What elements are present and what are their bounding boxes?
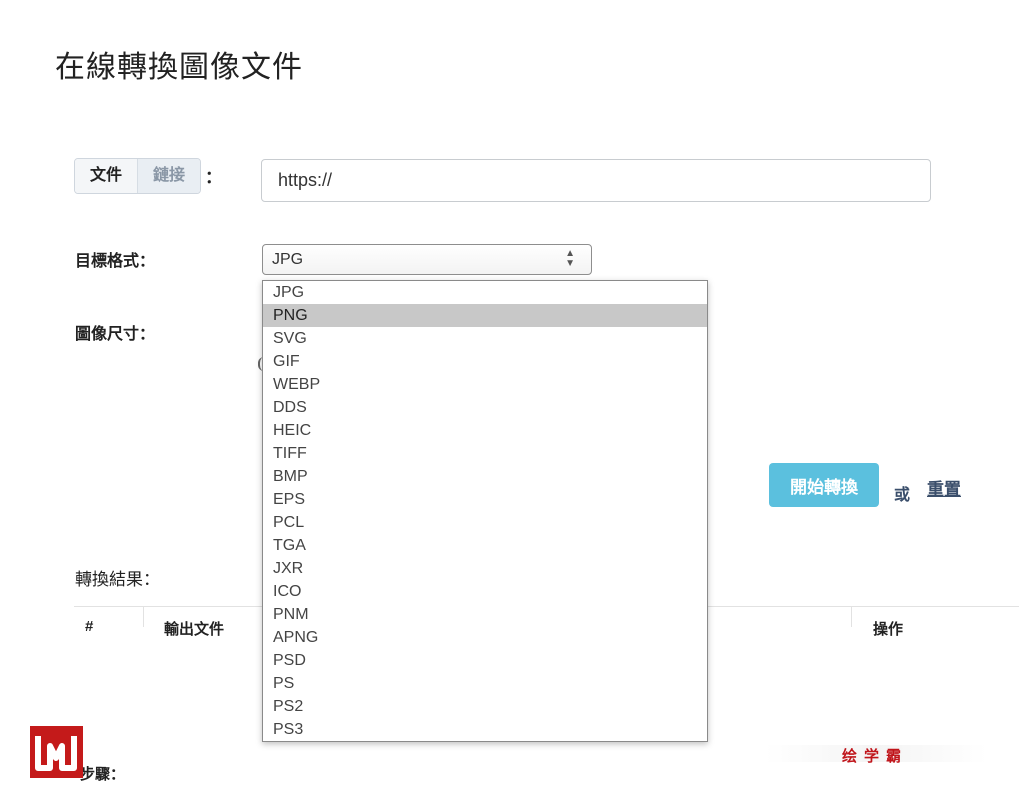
format-option-pnm[interactable]: PNM [263,603,707,626]
source-colon: ： [205,168,222,187]
format-option-dds[interactable]: DDS [263,396,707,419]
column-header-index: # [85,618,94,635]
or-text: 或 [894,487,911,504]
format-option-webp[interactable]: WEBP [263,373,707,396]
results-label: 轉換結果： [75,570,160,589]
format-dropdown-list[interactable]: JPG PNG SVG GIF WEBP DDS HEIC TIFF BMP EPS PCL TGA J… [262,280,708,742]
format-option-ps3[interactable]: PS3 [263,718,707,741]
source-toggle: 文件 鏈接 [74,158,201,194]
format-option-png[interactable]: PNG [263,304,707,327]
format-option-ps2[interactable]: PS2 [263,695,707,718]
target-format-label: 目標格式： [75,253,156,270]
format-option-ico[interactable]: ICO [263,580,707,603]
column-header-actions: 操作 [873,621,904,638]
format-option-ps[interactable]: PS [263,672,707,695]
page-title: 在線轉換圖像文件 [55,51,303,84]
select-arrows-icon: ▲ ▼ [565,248,575,269]
format-option-bmp[interactable]: BMP [263,465,707,488]
format-option-svg[interactable]: SVG [263,327,707,350]
steps-label: 步驟： [80,766,126,783]
format-option-jxr[interactable]: JXR [263,557,707,580]
format-option-psd[interactable]: PSD [263,649,707,672]
source-file-button[interactable]: 文件 [75,159,137,193]
column-header-output-file: 輸出文件 [164,621,225,638]
format-option-eps[interactable]: EPS [263,488,707,511]
source-link-button[interactable]: 鏈接 [137,159,200,193]
column-divider [143,607,144,627]
start-convert-button[interactable]: 開始轉換 [769,463,879,507]
image-size-label: 圖像尺寸： [75,326,156,343]
format-option-tiff[interactable]: TIFF [263,442,707,465]
format-option-jpg[interactable]: JPG [263,281,707,304]
reset-link[interactable]: 重置 [927,475,961,500]
url-input[interactable] [261,159,931,202]
column-divider [851,607,852,627]
brand-logo [30,726,83,778]
format-option-tga[interactable]: TGA [263,534,707,557]
format-option-gif[interactable]: GIF [263,350,707,373]
target-format-selected: JPG [272,251,304,268]
watermark-text: 绘学霸 [842,748,909,765]
format-option-apng[interactable]: APNG [263,626,707,649]
target-format-select[interactable]: JPG ▲ ▼ [262,244,592,275]
format-option-heic[interactable]: HEIC [263,419,707,442]
logo-mark-icon [35,736,77,771]
format-option-pcl[interactable]: PCL [263,511,707,534]
